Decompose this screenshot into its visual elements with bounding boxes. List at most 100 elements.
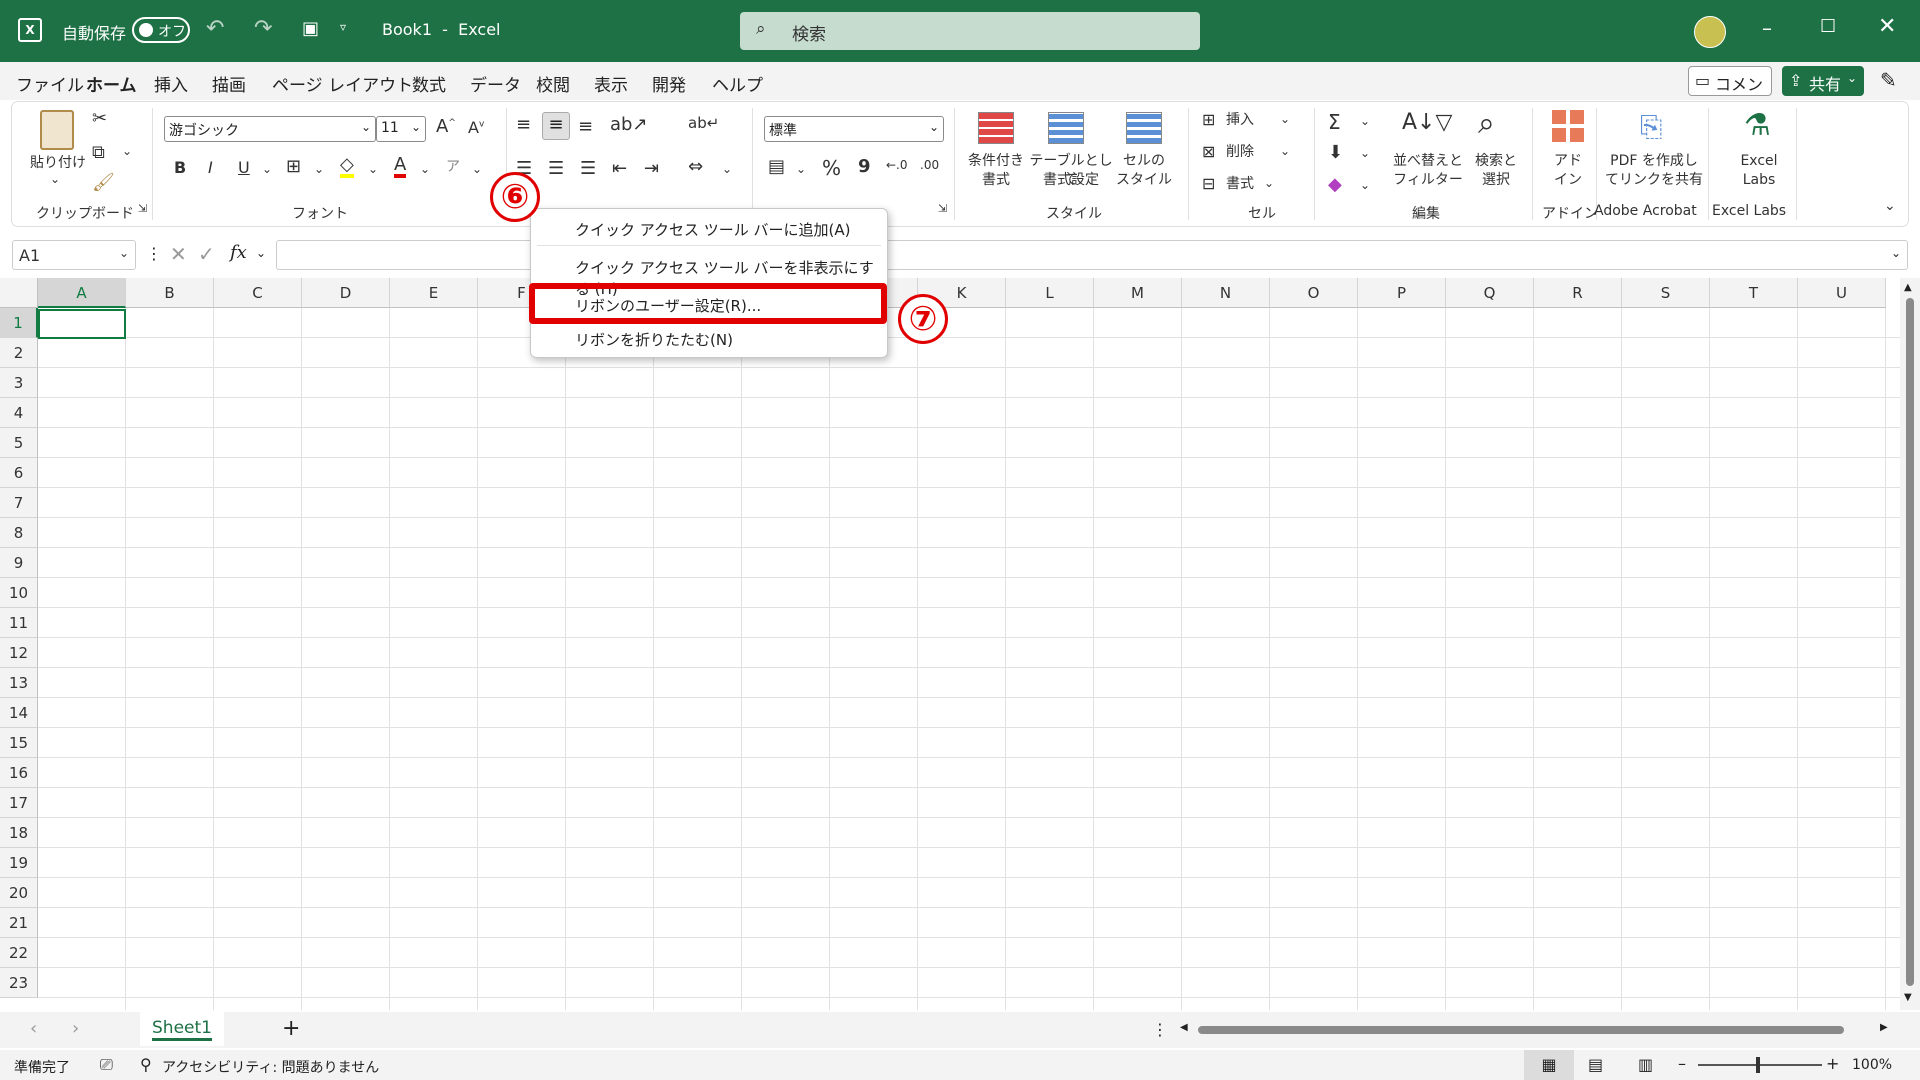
paste-button[interactable]: 貼り付け (28, 154, 88, 173)
tab-file[interactable]: ファイル (16, 71, 84, 96)
row-header[interactable]: 21 (0, 908, 38, 938)
chevron-down-icon[interactable]: ⌄ (420, 162, 430, 176)
chevron-down-icon[interactable]: ⌄ (1280, 144, 1290, 158)
decrease-decimal-icon[interactable]: .00 (920, 158, 939, 172)
delete-cells-icon[interactable]: ⊠ (1202, 142, 1215, 161)
tab-help[interactable]: ヘルプ (712, 71, 763, 96)
tab-formulas[interactable]: 数式 (412, 71, 446, 96)
shrink-font-icon[interactable]: Av (468, 118, 484, 137)
table-format-icon[interactable] (1048, 112, 1084, 144)
row-header[interactable]: 22 (0, 938, 38, 968)
cell-styles-icon[interactable] (1126, 112, 1162, 144)
column-header[interactable]: R (1534, 278, 1622, 308)
column-header[interactable]: Q (1446, 278, 1534, 308)
format-cells-button[interactable]: 書式 (1226, 175, 1254, 194)
labs-flask-icon[interactable]: ⚗ (1744, 108, 1771, 143)
chevron-down-icon[interactable]: ⌄ (256, 246, 266, 260)
chevron-down-icon[interactable]: ⌄ (722, 162, 732, 176)
conditional-format-label1[interactable]: 条件付き (958, 152, 1034, 171)
row-header[interactable]: 3 (0, 368, 38, 398)
format-cells-icon[interactable]: ⊟ (1202, 174, 1215, 193)
grow-font-icon[interactable]: A^ (436, 116, 456, 137)
font-name-dropdown[interactable]: 游ゴシック ⌄ (164, 116, 376, 142)
cell-styles-label2[interactable]: スタイル (1116, 171, 1172, 190)
row-header[interactable]: 8 (0, 518, 38, 548)
minimize-icon[interactable]: – (1762, 16, 1772, 40)
align-bottom-icon[interactable]: ≡ (578, 116, 593, 137)
row-header[interactable]: 18 (0, 818, 38, 848)
tab-review[interactable]: 校閲 (536, 71, 570, 96)
comment-button[interactable]: ▭ コメント (1688, 66, 1772, 118)
align-top-icon[interactable]: ≡ (516, 114, 531, 135)
row-header[interactable]: 23 (0, 968, 38, 998)
cancel-icon[interactable]: ✕ (170, 242, 187, 266)
row-header[interactable]: 15 (0, 728, 38, 758)
fill-icon[interactable]: ⬇ (1328, 142, 1343, 163)
conditional-format-icon[interactable] (978, 112, 1014, 144)
sort-filter-label1[interactable]: 並べ替えと (1388, 152, 1468, 171)
enter-icon[interactable]: ✓ (198, 242, 215, 266)
cell-styles-label1[interactable]: セルの (1116, 152, 1172, 171)
maximize-icon[interactable]: ☐ (1820, 16, 1836, 37)
tab-view[interactable]: 表示 (594, 71, 628, 96)
labs-label2[interactable]: Labs (1724, 171, 1794, 190)
decrease-indent-icon[interactable]: ⇤ (612, 158, 627, 179)
worksheet-grid[interactable]: ABCDEFGHIJKLMNOPQRSTU 123456789101112131… (0, 278, 1900, 1010)
chevron-down-icon[interactable]: ⌄ (122, 144, 132, 158)
autosave-toggle[interactable]: オフ (132, 17, 190, 43)
qat-customize-icon[interactable]: ▿ (340, 20, 346, 34)
macro-record-icon[interactable]: ⎚ (100, 1055, 113, 1075)
sort-filter-icon[interactable]: A↓▽ (1402, 110, 1452, 135)
column-header[interactable]: P (1358, 278, 1446, 308)
column-header[interactable]: S (1622, 278, 1710, 308)
column-header[interactable]: C (214, 278, 302, 308)
italic-button[interactable]: I (208, 158, 213, 177)
bold-button[interactable]: B (174, 158, 186, 177)
zoom-in-icon[interactable]: + (1826, 1054, 1839, 1073)
row-header[interactable]: 19 (0, 848, 38, 878)
undo-icon[interactable]: ↶ (206, 16, 224, 41)
redo-icon[interactable]: ↷ (254, 16, 272, 41)
chevron-down-icon[interactable]: ⌄ (262, 162, 272, 176)
format-painter-icon[interactable]: 🖌 (92, 172, 115, 193)
accessibility-status[interactable]: アクセシビリティ: 問題ありません (162, 1057, 379, 1077)
avatar[interactable] (1694, 16, 1726, 48)
page-layout-view-icon[interactable]: ▤ (1588, 1055, 1603, 1074)
zoom-level[interactable]: 100% (1852, 1057, 1892, 1073)
font-size-dropdown[interactable]: 11 ⌄ (376, 116, 426, 142)
row-header[interactable]: 2 (0, 338, 38, 368)
column-header[interactable]: D (302, 278, 390, 308)
more-icon[interactable]: ⋮ (146, 244, 162, 263)
screenshot-icon[interactable]: ▣ (302, 18, 319, 39)
scroll-thumb[interactable] (1906, 298, 1914, 986)
autosum-icon[interactable]: Σ (1328, 110, 1341, 134)
delete-cells-button[interactable]: 削除 (1226, 143, 1254, 162)
chevron-down-icon[interactable]: ⌄ (1264, 176, 1274, 190)
name-box[interactable]: A1 ⌄ (12, 240, 136, 270)
find-select-label2[interactable]: 選択 (1468, 171, 1524, 190)
merge-center-icon[interactable]: ⇔ (688, 156, 703, 177)
chevron-down-icon[interactable]: ⌄ (796, 162, 806, 176)
menu-item-add-to-qat[interactable]: クイック アクセス ツール バーに追加(A) (575, 219, 851, 240)
chevron-down-icon[interactable]: ⌄ (1360, 114, 1370, 128)
column-header[interactable]: A (38, 278, 126, 308)
add-sheet-icon[interactable]: + (282, 1016, 300, 1041)
close-icon[interactable]: ✕ (1878, 14, 1896, 39)
share-button[interactable]: ⇪ 共有 ⌄ (1782, 66, 1864, 96)
scroll-right-icon[interactable]: ▶ (1880, 1022, 1888, 1033)
find-select-label1[interactable]: 検索と (1468, 152, 1524, 171)
acrobat-label2[interactable]: てリンクを共有 (1604, 171, 1704, 190)
increase-decimal-icon[interactable]: ←.0 (886, 158, 908, 172)
column-header[interactable]: U (1798, 278, 1886, 308)
normal-view-button[interactable]: ▦ (1524, 1050, 1574, 1080)
scroll-left-icon[interactable]: ◀ (1180, 1022, 1188, 1033)
scroll-up-icon[interactable]: ▲ (1904, 282, 1912, 293)
chevron-down-icon[interactable]: ⌄ (472, 162, 482, 176)
comma-button[interactable]: 9 (858, 156, 871, 177)
number-format-dropdown[interactable]: 標準 ⌄ (764, 116, 944, 142)
find-select-icon[interactable]: ⌕ (1478, 106, 1495, 141)
align-center-icon[interactable]: ☰ (548, 158, 564, 179)
insert-cells-button[interactable]: 挿入 (1226, 111, 1254, 130)
column-header[interactable]: E (390, 278, 478, 308)
tab-draw[interactable]: 描画 (212, 71, 246, 96)
